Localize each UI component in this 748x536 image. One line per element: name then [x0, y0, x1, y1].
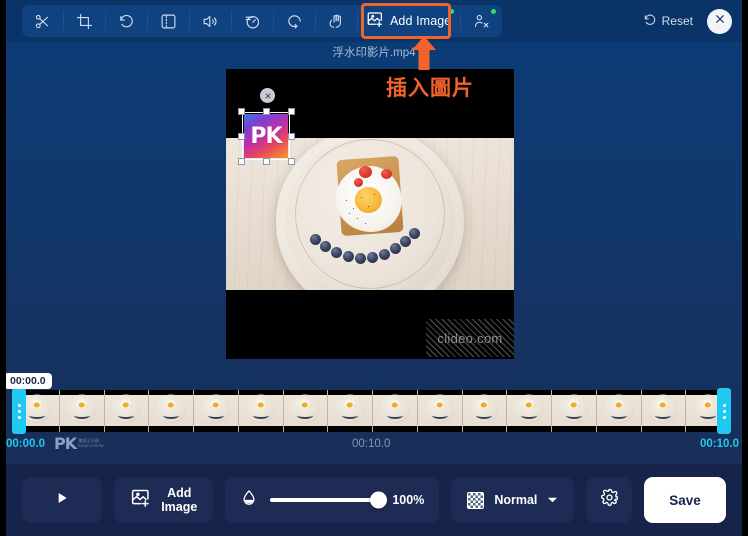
play-button[interactable] [22, 477, 103, 523]
gear-icon [600, 488, 619, 512]
play-icon [54, 489, 70, 512]
reset-label: Reset [661, 14, 693, 28]
clideo-watermark-text: clideo.com [437, 330, 503, 346]
blueberry-shape [310, 234, 321, 245]
timeline-start-label: 00:00.0 [6, 438, 46, 450]
blueberry-shape [390, 243, 401, 254]
filmstrip-thumbnail: PK [552, 390, 597, 432]
close-button[interactable] [707, 8, 732, 34]
filmstrip-thumbnail: PK [104, 390, 150, 432]
add-image-icon [130, 487, 151, 513]
selection-frame [242, 112, 290, 160]
filmstrip-thumbnail: PK [283, 390, 329, 432]
blueberry-shape [379, 249, 390, 260]
rotate-icon[interactable] [106, 5, 147, 37]
filmstrip-thumbnail: PK [417, 390, 463, 432]
close-icon [714, 12, 726, 30]
opacity-slider[interactable] [270, 491, 388, 509]
speed-icon[interactable] [232, 5, 273, 37]
header-actions: Reset [643, 0, 732, 42]
new-feature-badge [491, 9, 497, 14]
loop-icon[interactable] [274, 5, 315, 37]
edit-tools-group: Add Image [22, 5, 503, 37]
opacity-slider-knob[interactable] [370, 491, 388, 509]
resize-icon[interactable] [148, 5, 189, 37]
add-image-button[interactable]: Add Image [358, 5, 460, 37]
top-toolbar: Add Image Reset [0, 0, 748, 42]
stabilize-icon[interactable] [316, 5, 357, 37]
site-watermark-main: PK [54, 434, 77, 453]
blueberry-shape [355, 253, 366, 264]
filmstrip-thumbnail: PK [194, 390, 239, 432]
blend-mode-value: Normal [494, 493, 538, 507]
filmstrip-thumbnail: PK [59, 390, 105, 432]
blueberry-shape [367, 252, 378, 263]
filmstrip-thumbnail: PK [641, 390, 687, 432]
resize-handle-ne[interactable] [288, 108, 295, 115]
add-image-label-line2: Image [161, 500, 198, 514]
opacity-control[interactable]: 100% [225, 477, 440, 523]
filmstrip-thumbnail: PK [507, 390, 552, 432]
trim-handle-right[interactable] [717, 388, 731, 434]
overlay-image-selection[interactable]: PK [238, 88, 295, 165]
filmstrip-thumbnail: PK [328, 390, 373, 432]
cut-icon[interactable] [22, 5, 63, 37]
blueberry-shape [331, 247, 342, 258]
trim-handle-left[interactable] [12, 388, 26, 434]
playhead-time-tooltip: 00:00.0 [4, 373, 52, 389]
add-image-label: Add Image [390, 14, 452, 28]
blueberry-shape [320, 241, 331, 252]
resize-handle-w[interactable] [238, 133, 245, 140]
resize-handle-sw[interactable] [238, 158, 245, 165]
chevron-down-icon [547, 491, 558, 509]
checkerboard-icon [467, 491, 485, 509]
add-image-label-line1: Add [167, 486, 192, 500]
video-editor-app: Add Image Reset 浮水印影片.mp4 插入圖片 clideo.co… [0, 0, 748, 536]
close-icon [264, 87, 272, 105]
blend-mode-dropdown[interactable]: Normal [451, 477, 575, 523]
filmstrip-thumbnail: PK [149, 390, 194, 432]
new-feature-badge [449, 9, 455, 14]
timeline-end-label: 00:10.0 [700, 438, 740, 450]
site-watermark-sub-2: kocpc.com.tw [78, 442, 104, 448]
filmstrip-thumbnail: PK [596, 390, 642, 432]
resize-handle-n[interactable] [263, 108, 270, 115]
reset-button[interactable]: Reset [643, 13, 693, 30]
tomato-shape [381, 169, 392, 179]
video-preview-stage[interactable]: clideo.com PK [226, 69, 514, 359]
tomato-shape [359, 166, 372, 178]
resize-handle-nw[interactable] [238, 108, 245, 115]
volume-icon[interactable] [190, 5, 231, 37]
add-image-button-bottom[interactable]: Add Image [114, 477, 214, 523]
save-button[interactable]: Save [643, 477, 726, 523]
reset-icon [643, 13, 657, 30]
opacity-value-label: 100% [392, 493, 425, 507]
annotation-text: 插入圖片 [386, 76, 474, 100]
delete-overlay-button[interactable] [260, 88, 275, 103]
blueberry-shape [343, 251, 354, 262]
filmstrip-thumbnail: PK [462, 390, 508, 432]
blueberry-shape [409, 228, 420, 239]
remove-person-icon[interactable] [461, 5, 502, 37]
resize-handle-s[interactable] [263, 158, 270, 165]
filmstrip-thumbnail: PK [373, 390, 418, 432]
tomato-shape [354, 178, 363, 187]
add-image-icon [366, 10, 384, 33]
site-watermark: PK 電腦王阿達 kocpc.com.tw [54, 434, 104, 453]
timeline-duration-label: 00:10.0 [352, 438, 391, 450]
resize-handle-se[interactable] [288, 158, 295, 165]
opacity-droplet-icon [240, 488, 258, 512]
file-name-label: 浮水印影片.mp4 [332, 47, 416, 59]
timeline-filmstrip[interactable]: PK PK PK PK PK PK PK PK PK PK PK PK PK P… [15, 390, 731, 432]
egg-yolk-shape [354, 187, 382, 214]
clideo-watermark: clideo.com [426, 319, 514, 357]
bottom-control-bar: Add Image 100% Normal Save [0, 464, 748, 536]
blueberry-shape [400, 236, 411, 247]
resize-handle-e[interactable] [288, 133, 295, 140]
crop-icon[interactable] [64, 5, 105, 37]
filmstrip-thumbnail: PK [238, 390, 284, 432]
settings-button[interactable] [586, 477, 632, 523]
